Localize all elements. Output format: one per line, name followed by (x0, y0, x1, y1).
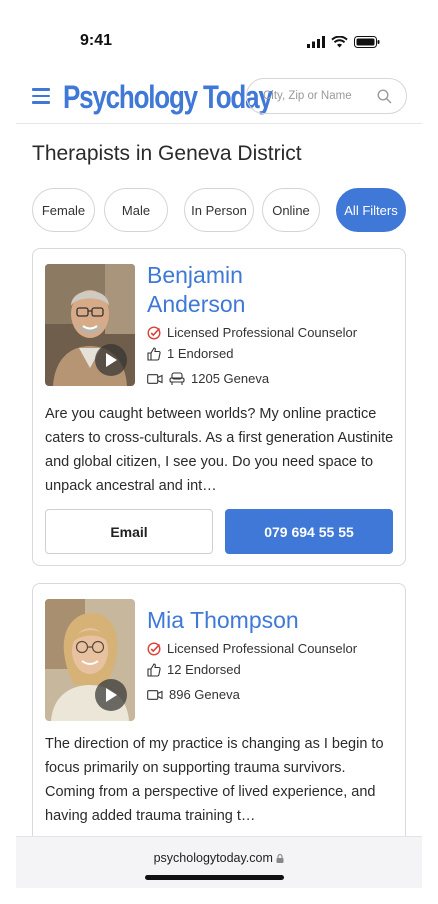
verified-check-icon (147, 641, 161, 656)
all-filters-button[interactable]: All Filters (336, 188, 406, 232)
filter-male[interactable]: Male (104, 188, 168, 232)
in-person-chair-icon (169, 371, 185, 385)
phone-screen: 9:41 Psychology Today City, Zip or Name … (16, 0, 422, 904)
thumbs-up-icon (147, 346, 161, 361)
credential-row: Licensed Professional Counselor (147, 325, 357, 340)
search-input[interactable]: City, Zip or Name (246, 78, 407, 114)
therapist-card[interactable]: Benjamin Anderson Licensed Professional … (32, 248, 406, 566)
endorsed-count: 1 Endorsed (167, 346, 234, 361)
therapist-photo[interactable] (45, 264, 135, 386)
verified-check-icon (147, 325, 161, 340)
page-title: Therapists in Geneva District (32, 142, 302, 165)
url-text: psychologytoday.com (153, 851, 273, 865)
thumbs-up-icon (147, 662, 161, 677)
therapist-card[interactable]: Mia Thompson Licensed Professional Couns… (32, 583, 406, 843)
therapist-photo[interactable] (45, 599, 135, 721)
location-row: 896 Geneva (147, 687, 240, 702)
search-icon (377, 89, 392, 104)
endorsed-row: 1 Endorsed (147, 346, 234, 361)
location-row: 1205 Geneva (147, 371, 269, 386)
phone-button[interactable]: 079 694 55 55 (225, 509, 393, 554)
play-video-icon[interactable] (95, 344, 127, 376)
location-text: 1205 Geneva (191, 371, 270, 386)
filter-in-person[interactable]: In Person (184, 188, 254, 232)
therapist-last-name: Anderson (147, 291, 246, 317)
status-bar: 9:41 (16, 0, 422, 64)
url-bar[interactable]: psychologytoday.com (16, 851, 422, 865)
play-video-icon[interactable] (95, 679, 127, 711)
credential-text: Licensed Professional Counselor (167, 641, 358, 656)
therapist-description: Are you caught between worlds? My online… (45, 406, 394, 494)
therapist-name[interactable]: Benjamin Anderson (147, 261, 245, 319)
endorsed-count: 12 Endorsed (167, 662, 241, 677)
location-text: 896 Geneva (169, 687, 240, 702)
video-session-icon (147, 373, 163, 384)
site-header: Psychology Today City, Zip or Name (16, 72, 422, 124)
menu-icon[interactable] (32, 88, 50, 104)
credential-text: Licensed Professional Counselor (167, 325, 358, 340)
filter-female[interactable]: Female (32, 188, 95, 232)
wifi-icon (331, 36, 348, 48)
email-button[interactable]: Email (45, 509, 213, 554)
filter-online[interactable]: Online (262, 188, 320, 232)
status-icons (307, 36, 380, 48)
battery-icon (354, 36, 380, 48)
cellular-signal-icon (307, 36, 325, 48)
site-logo[interactable]: Psychology Today (63, 78, 273, 117)
status-time: 9:41 (80, 32, 113, 49)
therapist-first-name: Benjamin (147, 262, 243, 288)
search-placeholder: City, Zip or Name (263, 90, 352, 102)
video-session-icon (147, 689, 163, 700)
browser-bottom-bar: psychologytoday.com (16, 836, 422, 888)
therapist-name[interactable]: Mia Thompson (147, 606, 299, 635)
endorsed-row: 12 Endorsed (147, 662, 241, 677)
therapist-description: The direction of my practice is changing… (45, 736, 384, 824)
lock-icon (276, 854, 284, 863)
credential-row: Licensed Professional Counselor (147, 641, 357, 656)
home-indicator[interactable] (145, 875, 284, 880)
